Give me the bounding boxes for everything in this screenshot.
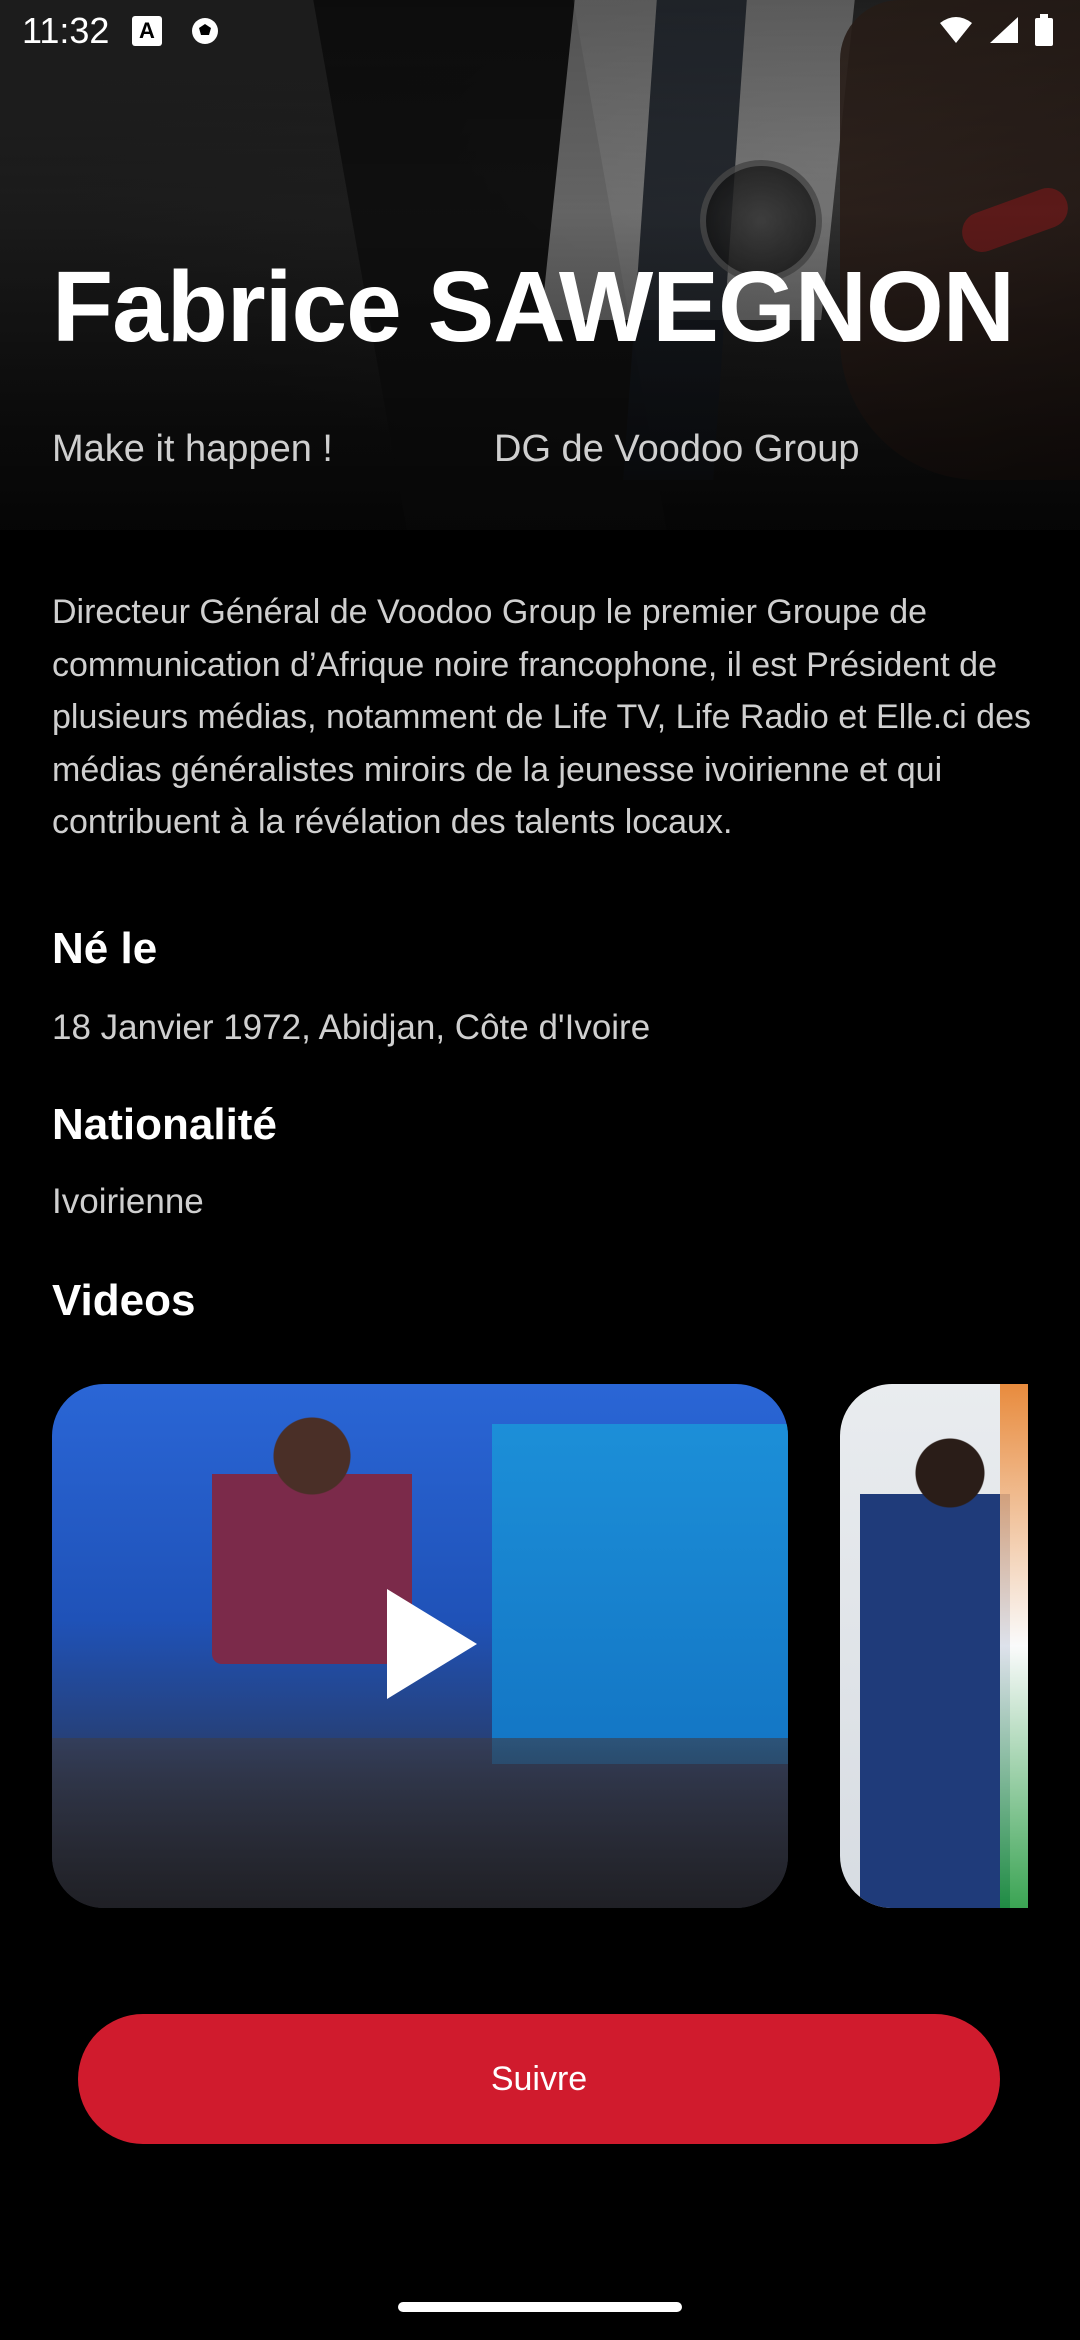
play-icon[interactable] bbox=[387, 1589, 477, 1699]
video-speaker bbox=[212, 1404, 412, 1664]
home-indicator[interactable] bbox=[398, 2302, 682, 2312]
status-time: 11:32 bbox=[22, 10, 110, 51]
status-bar: 11:32 A bbox=[0, 0, 1080, 62]
video-card[interactable] bbox=[52, 1384, 788, 1908]
conference-screen bbox=[492, 1424, 788, 1764]
birth-title: Né le bbox=[52, 924, 158, 973]
nationality-value: Ivoirienne bbox=[52, 1182, 204, 1221]
profile-name: Fabrice SAWEGNON bbox=[52, 251, 1015, 363]
video-person bbox=[860, 1424, 1010, 1908]
video-stage bbox=[52, 1738, 788, 1908]
wifi-icon bbox=[938, 15, 974, 50]
birth-value: 18 Janvier 1972, Abidjan, Côte d'Ivoire bbox=[52, 1008, 651, 1047]
flag-decoration bbox=[1000, 1384, 1028, 1908]
videos-title: Videos bbox=[52, 1276, 196, 1325]
follow-button[interactable]: Suivre bbox=[78, 2014, 1000, 2144]
signal-icon bbox=[988, 15, 1020, 50]
profile-tagline: Make it happen ! bbox=[52, 428, 333, 470]
a-notification-icon: A bbox=[132, 16, 162, 46]
profile-bio: Directeur Général de Voodoo Group le pre… bbox=[52, 593, 1031, 841]
soccer-ball-icon bbox=[190, 16, 220, 46]
video-card[interactable] bbox=[840, 1384, 1028, 1908]
profile-role: DG de Voodoo Group bbox=[494, 428, 860, 470]
battery-icon bbox=[1034, 14, 1054, 51]
nationality-title: Nationalité bbox=[52, 1100, 277, 1149]
